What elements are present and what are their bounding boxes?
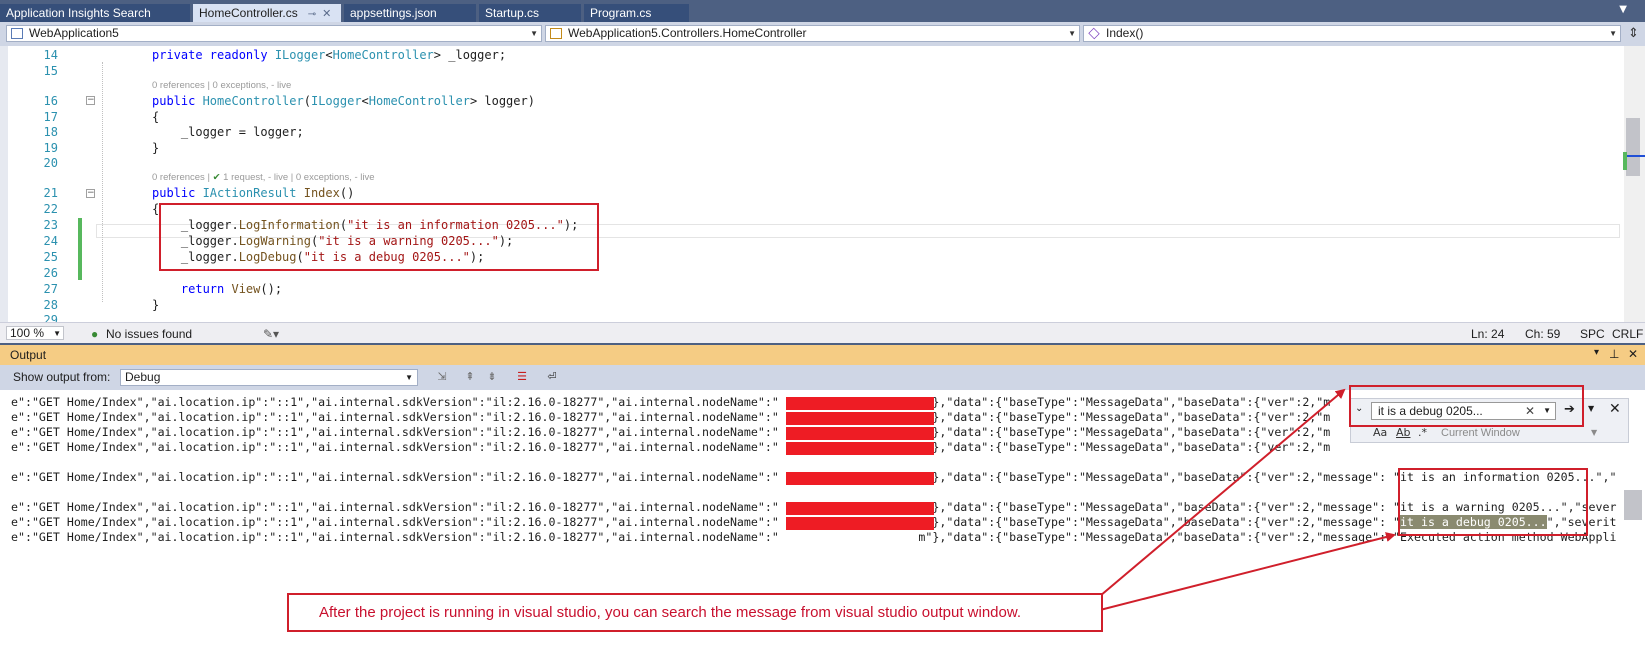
arrow-to-find [1099, 388, 1346, 597]
annotation-callout: After the project is running in visual s… [287, 593, 1103, 632]
arrow-to-result [1099, 532, 1396, 611]
annotation-arrows [1099, 388, 1396, 611]
